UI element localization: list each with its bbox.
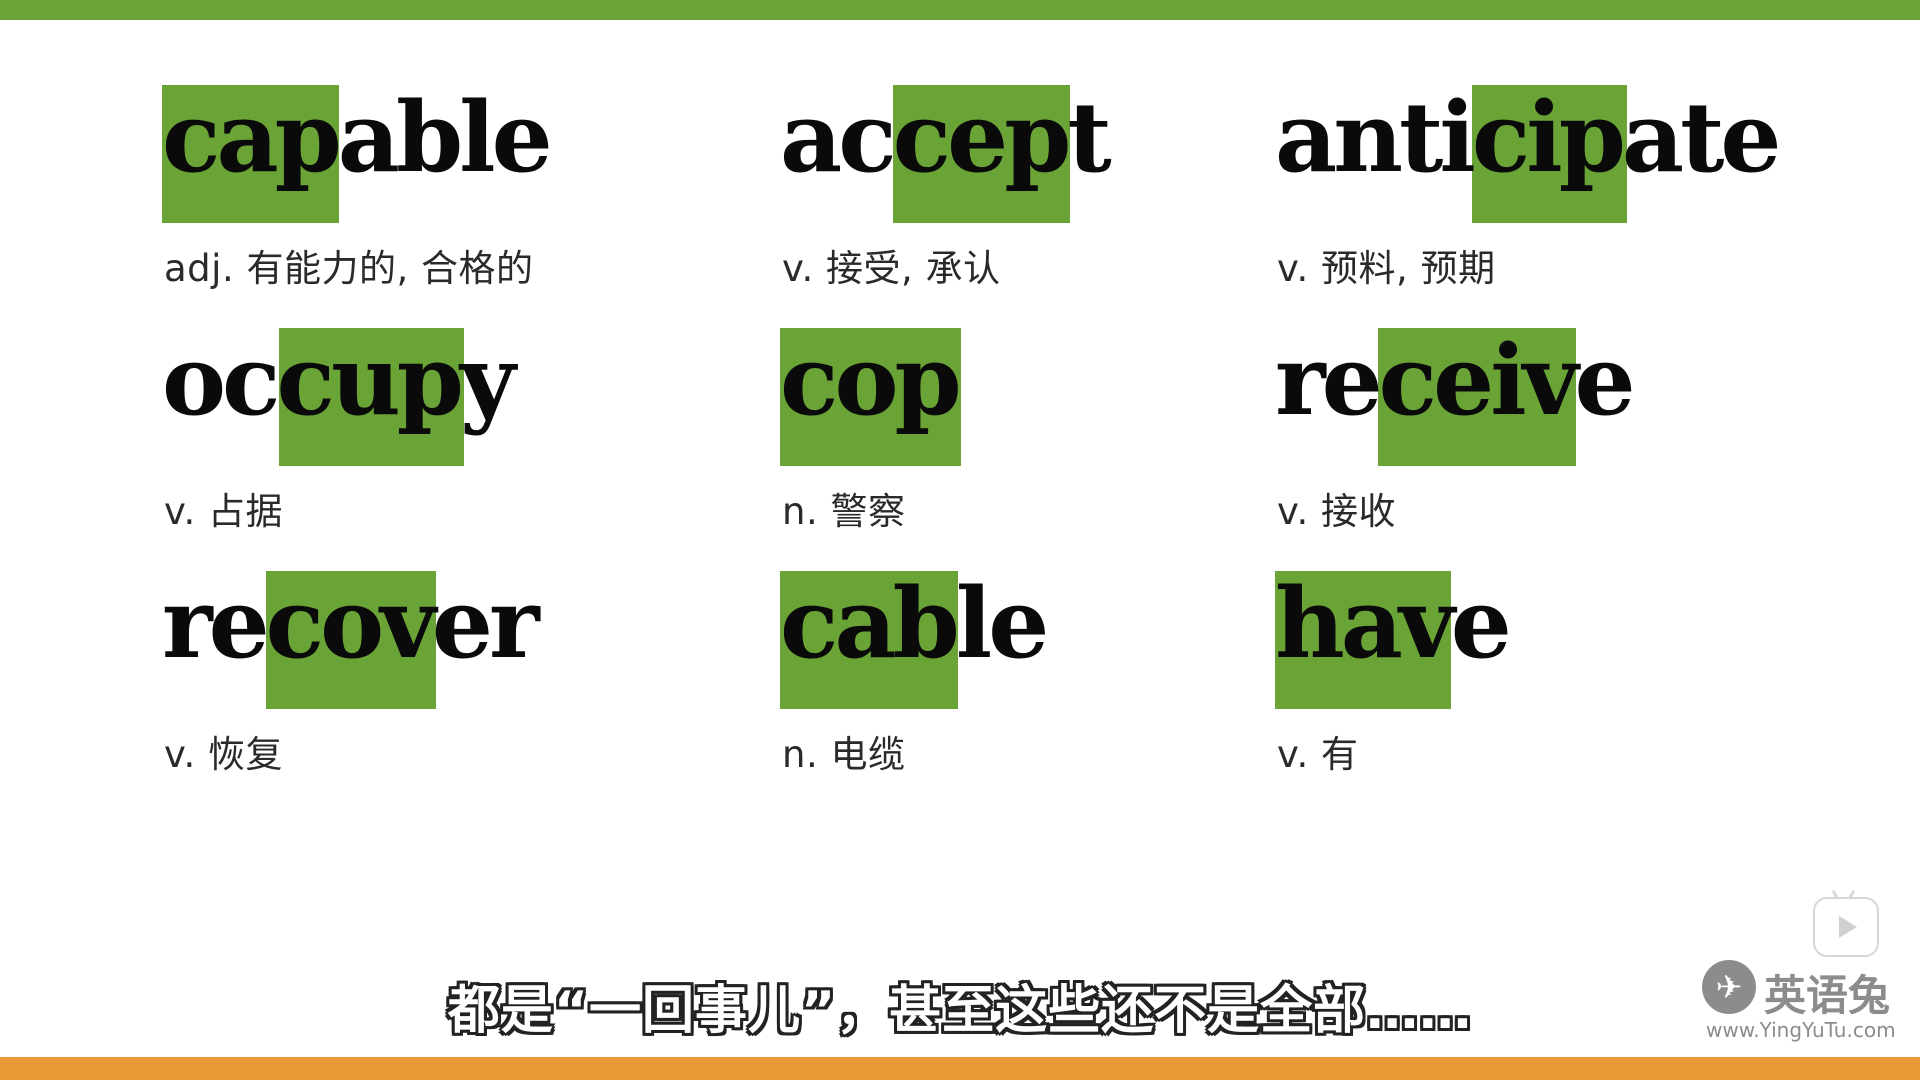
play-button[interactable] bbox=[1813, 897, 1879, 957]
logo-url: www.YingYuTu.com bbox=[1706, 1018, 1896, 1042]
word-text: accept bbox=[780, 81, 1112, 194]
word-text: recover bbox=[162, 567, 540, 680]
word-card-receive: receive v. 接收 bbox=[1275, 243, 1875, 533]
word-card-have: have v. 有 bbox=[1275, 486, 1875, 776]
word-definition: v. 恢复 bbox=[164, 733, 284, 776]
word-card-capable: capable adj. 有能力的, 合格的 bbox=[162, 0, 762, 290]
logo-name: 英语兔 bbox=[1764, 971, 1891, 1020]
word-card-recover: recover v. 恢复 bbox=[162, 486, 762, 776]
word-text: have bbox=[1275, 567, 1512, 680]
word-text: cable bbox=[780, 567, 1049, 680]
video-subtitle: 都是“一回事儿”，甚至这些还不是全部…… bbox=[447, 981, 1473, 1041]
word-text: cop bbox=[780, 324, 962, 437]
word-text: occupy bbox=[162, 324, 516, 437]
word-definition: v. 有 bbox=[1277, 733, 1359, 776]
word-definition: n. 电缆 bbox=[782, 733, 906, 776]
word-text: receive bbox=[1275, 324, 1636, 437]
word-text: capable bbox=[162, 81, 553, 194]
bottom-accent-bar bbox=[0, 1057, 1920, 1080]
word-card-anticipate: anticipate v. 预料, 预期 bbox=[1275, 0, 1875, 290]
play-icon bbox=[1839, 916, 1857, 938]
word-card-occupy: occupy v. 占据 bbox=[162, 243, 762, 533]
rabbit-logo-icon: ✈ bbox=[1702, 960, 1756, 1014]
word-text: anticipate bbox=[1275, 81, 1781, 194]
